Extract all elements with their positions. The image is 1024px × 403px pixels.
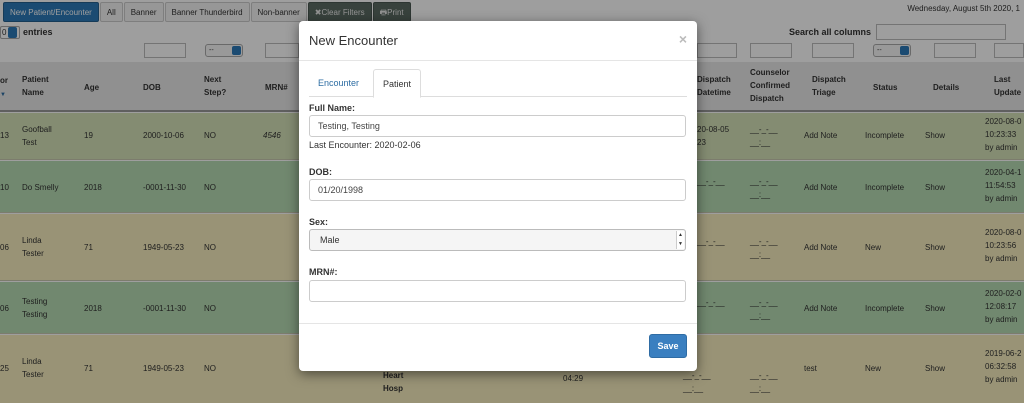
full-name-label: Full Name: (309, 103, 356, 113)
sex-select[interactable]: Male ▲ ▼ (309, 229, 686, 251)
new-encounter-modal: New Encounter × Encounter Patient Full N… (299, 21, 697, 371)
sex-label: Sex: (309, 217, 329, 227)
sex-select-value: Male (320, 235, 340, 245)
dob-input[interactable]: 01/20/1998 (309, 179, 686, 201)
modal-tabs: Encounter Patient (309, 69, 687, 98)
modal-footer: Save (299, 323, 697, 371)
chevron-updown-icon: ▲ ▼ (676, 231, 684, 249)
modal-header: New Encounter × (299, 21, 697, 61)
modal-title: New Encounter (309, 33, 398, 48)
tab-patient[interactable]: Patient (373, 69, 422, 98)
save-button[interactable]: Save (649, 334, 687, 358)
close-icon[interactable]: × (679, 31, 687, 47)
mrn-label: MRN#: (309, 267, 338, 277)
full-name-input[interactable]: Testing, Testing (309, 115, 686, 137)
mrn-input[interactable] (309, 280, 686, 302)
last-encounter-text: Last Encounter: 2020-02-06 (309, 140, 421, 150)
dob-label: DOB: (309, 167, 332, 177)
tab-encounter[interactable]: Encounter (309, 69, 368, 97)
